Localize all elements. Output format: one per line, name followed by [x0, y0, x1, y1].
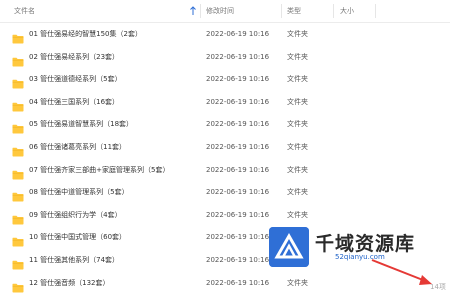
column-header-type[interactable]: 类型 — [287, 0, 301, 22]
file-row[interactable]: 04 管仕强三国系列（16套） 2022-06-19 10:16 文件夹 — [0, 91, 450, 113]
file-name[interactable]: 04 管仕强三国系列（16套） — [29, 91, 119, 113]
column-header-size[interactable]: 大小 — [340, 0, 354, 22]
column-separator[interactable] — [333, 4, 334, 18]
column-header-name[interactable]: 文件名 — [14, 0, 35, 22]
file-name[interactable]: 02 管仕强易经系列（23套） — [29, 46, 119, 68]
file-row[interactable]: 01 管仕强易经的智慧150集（2套） 2022-06-19 10:16 文件夹 — [0, 23, 450, 45]
folder-icon — [12, 165, 24, 180]
file-name[interactable]: 10 管仕强中国式管理（60套） — [29, 226, 126, 248]
file-modified: 2022-06-19 10:16 — [206, 75, 270, 84]
file-type: 文件夹 — [287, 210, 308, 219]
file-modified: 2022-06-19 10:16 — [206, 97, 270, 106]
column-separator[interactable] — [200, 4, 201, 18]
file-modified: 2022-06-19 10:16 — [206, 30, 270, 38]
file-modified: 2022-06-19 10:16 — [206, 165, 270, 174]
file-row[interactable]: 02 管仕强易经系列（23套） 2022-06-19 10:16 文件夹 — [0, 46, 450, 68]
file-name[interactable]: 07 管仕强齐家三部曲+家庭管理系列（5套） — [29, 159, 169, 181]
file-name[interactable]: 11 管仕强其他系列（74套） — [29, 249, 119, 271]
file-name[interactable]: 03 管仕强道德经系列（5套） — [29, 68, 122, 90]
column-separator[interactable] — [281, 4, 282, 18]
item-count: 14项 — [430, 283, 446, 291]
folder-icon — [12, 74, 24, 89]
red-arrow-icon — [371, 259, 432, 285]
file-modified: 2022-06-19 10:16 — [206, 52, 270, 61]
folder-icon — [12, 278, 24, 293]
file-type: 文件夹 — [287, 143, 308, 151]
folder-icon — [12, 210, 24, 225]
file-row[interactable]: 03 管仕强道德经系列（5套） 2022-06-19 10:16 文件夹 — [0, 68, 450, 90]
file-name[interactable]: 12 管仕强音频（132套） — [29, 272, 110, 294]
folder-icon — [12, 142, 24, 157]
folder-icon — [12, 255, 24, 270]
file-modified: 2022-06-19 10:16 — [206, 143, 270, 151]
file-modified: 2022-06-19 10:16 — [206, 233, 270, 242]
file-name[interactable]: 09 管仕强组织行为学（4套） — [29, 204, 122, 226]
file-name[interactable]: 08 管仕强中道管理系列（5套） — [29, 181, 129, 203]
file-name[interactable]: 06 管仕强诸葛亮系列（11套） — [29, 136, 126, 158]
folder-icon — [12, 97, 24, 112]
folder-icon — [12, 52, 24, 67]
column-separator[interactable] — [375, 4, 376, 18]
file-type: 文件夹 — [287, 188, 308, 197]
file-name[interactable]: 01 管仕强易经的智慧150集（2套） — [29, 23, 142, 45]
file-modified: 2022-06-19 10:16 — [206, 256, 270, 264]
file-type: 文件夹 — [287, 278, 308, 287]
file-type: 文件夹 — [287, 52, 308, 61]
file-row[interactable]: 08 管仕强中道管理系列（5套） 2022-06-19 10:16 文件夹 — [0, 181, 450, 203]
folder-icon — [12, 29, 24, 44]
watermark-logo — [269, 227, 309, 267]
sort-ascending-icon[interactable] — [189, 6, 197, 16]
file-type: 文件夹 — [287, 120, 308, 129]
file-type: 文件夹 — [287, 97, 308, 106]
select-all-checkbox[interactable] — [4, 0, 10, 22]
folder-icon — [12, 119, 24, 134]
folder-icon — [12, 187, 24, 202]
file-modified: 2022-06-19 10:16 — [206, 278, 270, 287]
file-modified: 2022-06-19 10:16 — [206, 210, 270, 219]
file-type: 文件夹 — [287, 75, 308, 84]
file-type: 文件夹 — [287, 30, 308, 38]
file-row[interactable]: 09 管仕强组织行为学（4套） 2022-06-19 10:16 文件夹 — [0, 204, 450, 226]
watermark-title: 千域资源库 — [315, 233, 416, 255]
column-header-modified[interactable]: 修改时间 — [206, 0, 234, 22]
file-name[interactable]: 05 管仕强易道智慧系列（18套） — [29, 113, 133, 135]
column-header: 文件名 修改时间 类型 大小 — [0, 0, 450, 23]
folder-icon — [12, 232, 24, 247]
file-type: 文件夹 — [287, 165, 308, 174]
file-row[interactable]: 05 管仕强易道智慧系列（18套） 2022-06-19 10:16 文件夹 — [0, 113, 450, 135]
file-row[interactable]: 06 管仕强诸葛亮系列（11套） 2022-06-19 10:16 文件夹 — [0, 136, 450, 158]
file-modified: 2022-06-19 10:16 — [206, 120, 270, 129]
file-row[interactable]: 07 管仕强齐家三部曲+家庭管理系列（5套） 2022-06-19 10:16 文件… — [0, 159, 450, 181]
file-modified: 2022-06-19 10:16 — [206, 188, 270, 197]
